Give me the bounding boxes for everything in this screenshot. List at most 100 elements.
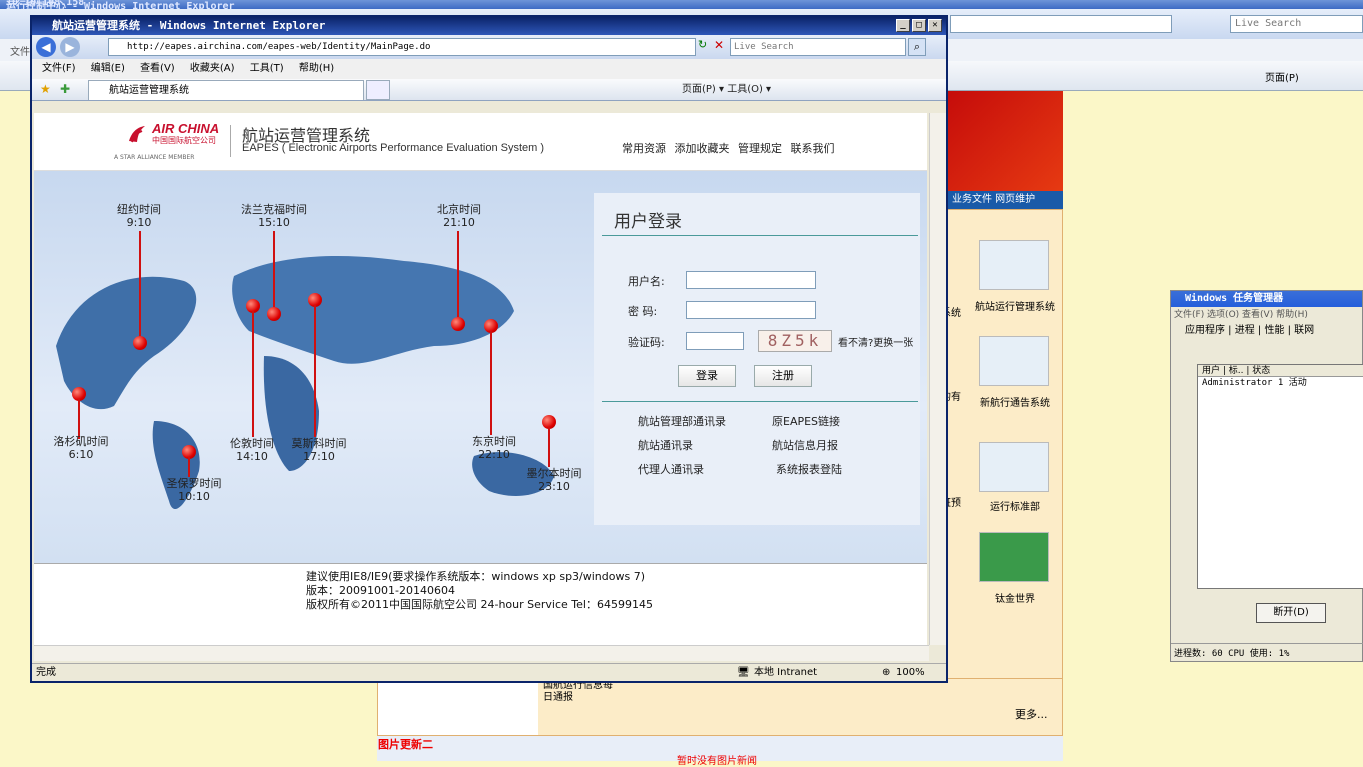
favorites-star-icon[interactable]: ★: [40, 82, 51, 96]
zoom-level[interactable]: 100%: [896, 664, 925, 682]
top-links: 常用资源 添加收藏夹 管理规定 联系我们: [622, 140, 840, 156]
link-old-eapes[interactable]: 原EAPES链接: [772, 413, 840, 429]
task-manager-user-list[interactable]: 用户 | 标.. | 状态 Administrator 1 活动: [1197, 364, 1363, 589]
link-agent-directory[interactable]: 代理人通讯录: [638, 461, 704, 477]
logo-cn: 中国国际航空公司: [152, 136, 216, 145]
address-bar[interactable]: http://eapes.airchina.com/eapes-web/Iden…: [108, 38, 696, 56]
task-manager-row[interactable]: Administrator 1 活动: [1198, 377, 1363, 389]
pin-line: [252, 311, 254, 437]
star-alliance-text: A STAR ALLIANCE MEMBER: [114, 154, 195, 161]
menu-help[interactable]: 帮助(H): [299, 63, 334, 74]
background-menu-file[interactable]: 文件: [10, 43, 30, 58]
background-tabs[interactable]: 业务文件 网页维护: [948, 191, 1063, 209]
task-manager-title: Windows 任务管理器: [1171, 291, 1362, 307]
pin-line: [314, 305, 316, 437]
tab-label: 航站运营管理系统: [109, 85, 189, 96]
city-name: 墨尔本时间: [526, 467, 582, 480]
link-report-login[interactable]: 系统报表登陆: [776, 461, 842, 477]
pin-line: [490, 331, 492, 435]
city-name: 北京时间: [437, 203, 481, 216]
task-manager-columns[interactable]: 用户 | 标.. | 状态: [1198, 365, 1363, 377]
ie-tab-bar: ★ ✚ 航站运营管理系统 页面(P) ▾ 工具(O) ▾: [32, 79, 946, 101]
city-time: 14:10: [236, 450, 268, 463]
air-china-logo-icon: [126, 123, 148, 145]
city-name: 伦敦时间: [230, 437, 274, 450]
pin-line: [457, 231, 459, 323]
zoom-icon[interactable]: ⊕: [882, 664, 890, 682]
thumb-label[interactable]: 航站运行管理系统: [975, 302, 1055, 314]
horizontal-scrollbar[interactable]: [34, 645, 929, 661]
menu-view[interactable]: 查看(V): [140, 63, 175, 74]
menu-edit[interactable]: 编辑(E): [91, 63, 125, 74]
back-arrow-icon[interactable]: ◀: [36, 37, 56, 57]
no-news-text: 暂时没有图片新闻: [677, 756, 757, 767]
task-manager-menu[interactable]: 文件(F) 选项(O) 查看(V) 帮助(H): [1171, 307, 1362, 323]
login-divider-2: [602, 401, 918, 402]
link-resources[interactable]: 常用资源: [622, 142, 666, 155]
thumbnail-notam[interactable]: [979, 336, 1049, 386]
link-contact[interactable]: 联系我们: [791, 142, 835, 155]
city-name: 洛杉矶时间: [53, 435, 109, 448]
ie-menu-bar: 文件(F) 编辑(E) 查看(V) 收藏夹(A) 工具(T) 帮助(H): [32, 59, 946, 79]
active-tab[interactable]: 航站运营管理系统: [88, 80, 364, 100]
captcha-refresh-link[interactable]: 看不清?更换一张: [838, 334, 913, 349]
search-icon[interactable]: ⌕: [908, 38, 926, 56]
task-manager-window: Windows 任务管理器 文件(F) 选项(O) 查看(V) 帮助(H) 应用…: [1170, 290, 1363, 662]
new-tab-button[interactable]: [366, 80, 390, 100]
thumb-label[interactable]: 运行标准部: [975, 502, 1055, 514]
background-content-panel: 航站运行管理系统 新航行通告系统 运行标准部 钛金世界 系统 中心 的有 班预: [918, 209, 1063, 709]
link-regulations[interactable]: 管理规定: [738, 142, 782, 155]
menu-file[interactable]: 文件(F): [42, 63, 76, 74]
city-name: 法兰克福时间: [241, 203, 307, 216]
refresh-icon[interactable]: ↻: [698, 38, 712, 56]
city-name: 纽约时间: [117, 203, 161, 216]
background-address-bar[interactable]: [950, 15, 1172, 33]
username-input[interactable]: [686, 271, 816, 289]
menu-favorites[interactable]: 收藏夹(A): [190, 63, 235, 74]
register-button[interactable]: 注册: [754, 365, 812, 387]
thumbnail-map[interactable]: [979, 240, 1049, 290]
login-button[interactable]: 登录: [678, 365, 736, 387]
city-sao-paulo: 圣保罗时间 10:10: [159, 477, 229, 503]
disconnect-button[interactable]: 断开(D): [1256, 603, 1326, 623]
maximize-button[interactable]: □: [912, 19, 926, 32]
city-melbourne: 墨尔本时间 23:10: [519, 467, 589, 493]
close-button[interactable]: ✕: [928, 19, 942, 32]
link-station-contacts[interactable]: 航站通讯录: [638, 437, 693, 453]
password-input[interactable]: [686, 301, 816, 319]
pin-beijing[interactable]: [451, 317, 465, 331]
pin-new-york[interactable]: [133, 336, 147, 350]
thumb-label[interactable]: 新航行通告系统: [975, 398, 1055, 410]
ie-command-bar[interactable]: 页面(P) ▾ 工具(O) ▾: [682, 79, 771, 101]
task-manager-tabs[interactable]: 应用程序 | 进程 | 性能 | 联网: [1171, 323, 1362, 339]
thumb-label[interactable]: 钛金世界: [975, 594, 1055, 606]
link-monthly-report[interactable]: 航站信息月报: [772, 437, 838, 453]
search-input[interactable]: Live Search: [730, 38, 906, 56]
login-divider: [602, 235, 918, 236]
captcha-image: 8Z5k: [758, 330, 832, 352]
city-time: 17:10: [303, 450, 335, 463]
menu-tools[interactable]: 工具(T): [250, 63, 284, 74]
forward-arrow-icon[interactable]: ▶: [60, 37, 80, 57]
background-search-box[interactable]: Live Search: [1230, 15, 1363, 33]
daily-report-link[interactable]: 国航运行信息每 日通报: [543, 680, 613, 704]
captcha-input[interactable]: [686, 332, 744, 350]
pin-frankfurt[interactable]: [267, 307, 281, 321]
image-update-heading: 图片更新二: [378, 738, 433, 751]
add-favorite-icon[interactable]: ✚: [60, 82, 70, 96]
login-title: 用户登录: [614, 212, 682, 232]
ie-window: 航站运营管理系统 - Windows Internet Explorer _ □…: [30, 15, 948, 683]
stop-icon[interactable]: ✕: [714, 38, 728, 56]
thumbnail-standards[interactable]: [979, 442, 1049, 492]
more-link[interactable]: 更多...: [1015, 706, 1048, 722]
link-station-directory[interactable]: 航站管理部通讯录: [638, 413, 726, 429]
city-tokyo: 东京时间 22:10: [459, 435, 529, 461]
city-time: 6:10: [68, 448, 94, 461]
link-add-favorite[interactable]: 添加收藏夹: [675, 142, 730, 155]
background-page-menu[interactable]: 页面(P): [1265, 69, 1299, 84]
vertical-scrollbar[interactable]: [929, 113, 946, 645]
minimize-button[interactable]: _: [896, 19, 910, 32]
thumbnail-titanium[interactable]: [979, 532, 1049, 582]
city-frankfurt: 法兰克福时间 15:10: [234, 203, 314, 229]
status-text: 完成: [36, 667, 56, 678]
